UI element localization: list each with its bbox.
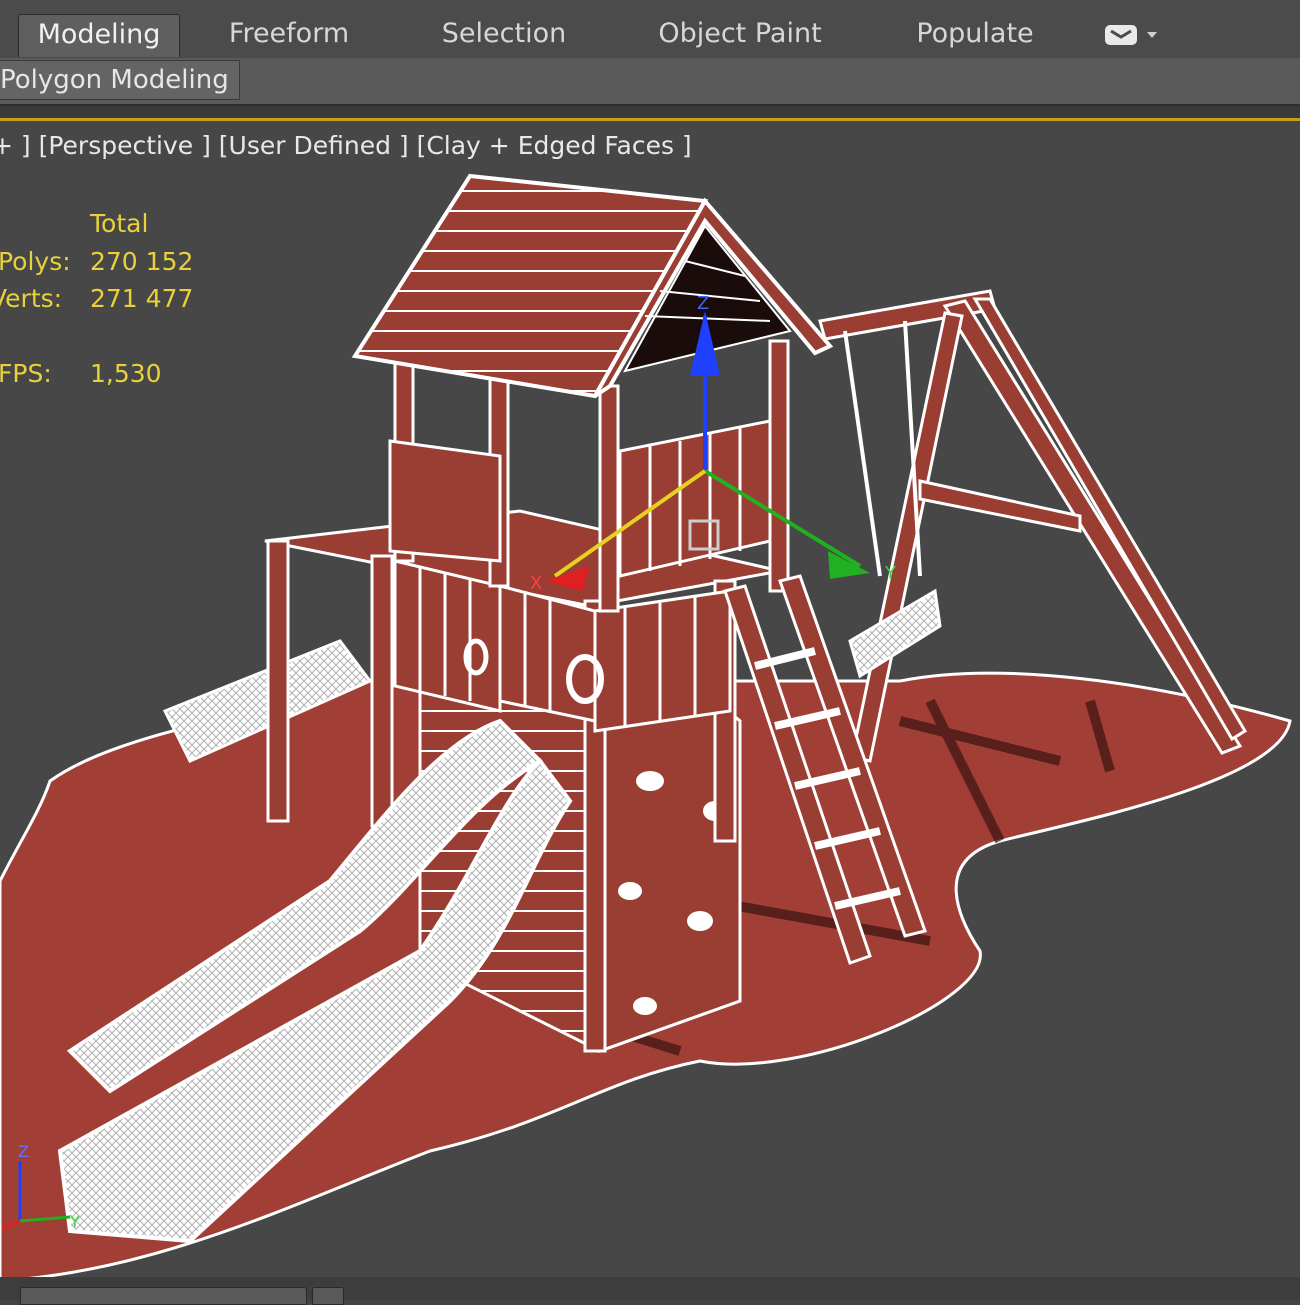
ribbon-options-icon[interactable] <box>1100 20 1164 50</box>
stats-fps-value: 1,530 <box>90 359 162 388</box>
tripod-y-label: Y <box>69 1212 80 1231</box>
perspective-viewport[interactable]: Z Y X Z Y + ] [Perspective ] [User Defin… <box>0 118 1300 1280</box>
scene-render: Z Y X Z Y <box>0 173 1292 1277</box>
viewport-label[interactable]: + ] [Perspective ] [User Defined ] [Clay… <box>0 131 692 160</box>
stats-polys-value: 270 152 <box>90 247 194 276</box>
stats-fps-label: FPS: <box>0 359 52 388</box>
gizmo-x-label: X <box>530 573 542 594</box>
tab-freeform[interactable]: Freeform <box>205 14 373 56</box>
stats-polys-label: Polys: <box>0 247 71 276</box>
tab-object-paint[interactable]: Object Paint <box>640 14 840 56</box>
tab-selection[interactable]: Selection <box>420 14 588 56</box>
stats-header: Total <box>90 209 149 238</box>
bottom-tab[interactable] <box>20 1287 307 1305</box>
tab-modeling[interactable]: Modeling <box>18 14 180 57</box>
ribbon-separator <box>0 106 1300 118</box>
stats-verts-label: Verts: <box>0 284 63 313</box>
tab-populate[interactable]: Populate <box>895 14 1055 56</box>
gizmo-z-label: Z <box>697 293 709 314</box>
stats-verts-value: 271 477 <box>90 284 194 313</box>
bottom-tab-small[interactable] <box>312 1287 344 1305</box>
gizmo-y-label: Y <box>884 563 897 584</box>
ribbon-panel: Polygon Modeling <box>0 58 1300 106</box>
polygon-modeling-panel-button[interactable]: Polygon Modeling <box>0 60 240 100</box>
ribbon-tab-bar: Modeling Freeform Selection Object Paint… <box>0 0 1300 59</box>
bottom-toolbar <box>0 1277 1300 1305</box>
roof <box>351 173 834 399</box>
tripod-z-label: Z <box>18 1142 29 1161</box>
